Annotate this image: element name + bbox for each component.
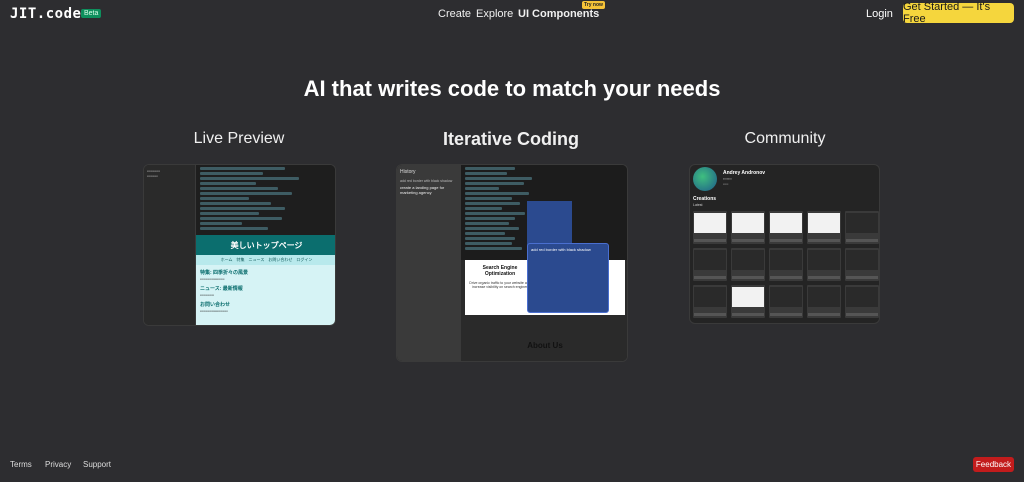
creation-tile[interactable] bbox=[731, 248, 765, 281]
creation-tile[interactable] bbox=[693, 211, 727, 244]
privacy-link[interactable]: Privacy bbox=[45, 460, 71, 469]
creation-tile[interactable] bbox=[731, 211, 765, 244]
creation-tile[interactable] bbox=[731, 285, 765, 318]
preview-section-title: お問い合わせ bbox=[200, 302, 231, 308]
history-title: History bbox=[400, 169, 416, 175]
terms-link[interactable]: Terms bbox=[10, 460, 32, 469]
profile-name: Andrey Andronov bbox=[723, 170, 766, 176]
live-preview-card[interactable]: ▪▪▪▪▪▪▪▪▪▪▪▪ ▪▪▪▪▪▪▪▪▪▪ 美しいトップページ ホーム 特集 … bbox=[143, 164, 336, 326]
creation-tile[interactable] bbox=[769, 285, 803, 318]
preview-nav: ホーム 特集 ニュース お問い合わせ ログイン bbox=[196, 255, 335, 265]
community-title[interactable]: Community bbox=[685, 130, 885, 148]
nav-create[interactable]: Create bbox=[438, 8, 471, 20]
avatar bbox=[693, 167, 717, 191]
live-preview-title[interactable]: Live Preview bbox=[139, 130, 339, 148]
community-card[interactable]: Andrey Andronov ▪▪▪▪▪▪▪ ▪▪▪▪▪ Creations … bbox=[689, 164, 880, 324]
latest-tab[interactable]: Latest bbox=[693, 203, 703, 207]
iterative-coding-card[interactable]: History add red border with black shadow… bbox=[396, 164, 628, 362]
hero-title: AI that writes code to match your needs bbox=[303, 76, 721, 101]
creation-tile[interactable] bbox=[769, 211, 803, 244]
nav-explore[interactable]: Explore bbox=[476, 8, 513, 20]
creations-heading: Creations bbox=[693, 196, 717, 202]
popup-prompt: add red border with black shadow bbox=[531, 247, 591, 252]
code-editor bbox=[196, 165, 335, 235]
iterative-coding-title[interactable]: Iterative Coding bbox=[411, 129, 611, 150]
creation-tile[interactable] bbox=[845, 211, 879, 244]
preview-section-title: 特集: 四季折々の風景 bbox=[200, 270, 249, 276]
preview-section-title: ニュース: 最新情報 bbox=[200, 286, 243, 292]
edit-popup: add red border with black shadow bbox=[527, 243, 609, 313]
history-panel: History add red border with black shadow… bbox=[397, 165, 461, 361]
creation-tile[interactable] bbox=[769, 248, 803, 281]
chat-panel: ▪▪▪▪▪▪▪▪▪▪▪▪ ▪▪▪▪▪▪▪▪▪▪ bbox=[144, 165, 196, 325]
seo-title: Search Engine Optimization bbox=[482, 265, 518, 277]
creation-tile[interactable] bbox=[845, 285, 879, 318]
try-now-badge: Try now bbox=[582, 1, 605, 9]
history-prompt: create a landing page for marketing agen… bbox=[400, 185, 445, 195]
top-header: JIT.codes Beta Create Explore UI Compone… bbox=[0, 0, 1024, 28]
feedback-button[interactable]: Feedback bbox=[973, 457, 1014, 472]
get-started-button[interactable]: Get Started — It's Free bbox=[903, 1, 1014, 25]
about-heading: About Us bbox=[527, 341, 563, 350]
seo-text: Drive organic traffic to your website an… bbox=[469, 281, 531, 289]
history-prompt: add red border with black shadow bbox=[400, 179, 453, 183]
creation-tile[interactable] bbox=[807, 248, 841, 281]
chat-text: ▪▪▪▪▪▪▪▪▪▪▪▪ ▪▪▪▪▪▪▪▪▪▪ bbox=[147, 169, 160, 178]
creation-tile[interactable] bbox=[693, 285, 727, 318]
preview-pane: 美しいトップページ ホーム 特集 ニュース お問い合わせ ログイン 特集: 四季… bbox=[196, 235, 335, 325]
beta-badge: Beta bbox=[81, 9, 102, 18]
support-link[interactable]: Support bbox=[83, 460, 111, 469]
preview-banner: 美しいトップページ bbox=[196, 235, 335, 255]
login-link[interactable]: Login bbox=[866, 8, 893, 20]
creation-tile[interactable] bbox=[807, 285, 841, 318]
nav-ui-components[interactable]: UI Components bbox=[518, 8, 599, 20]
creation-tile[interactable] bbox=[845, 248, 879, 281]
creation-tile[interactable] bbox=[807, 211, 841, 244]
creation-tile[interactable] bbox=[693, 248, 727, 281]
logo[interactable]: JIT.codes bbox=[10, 6, 90, 22]
creations-grid bbox=[693, 211, 879, 318]
